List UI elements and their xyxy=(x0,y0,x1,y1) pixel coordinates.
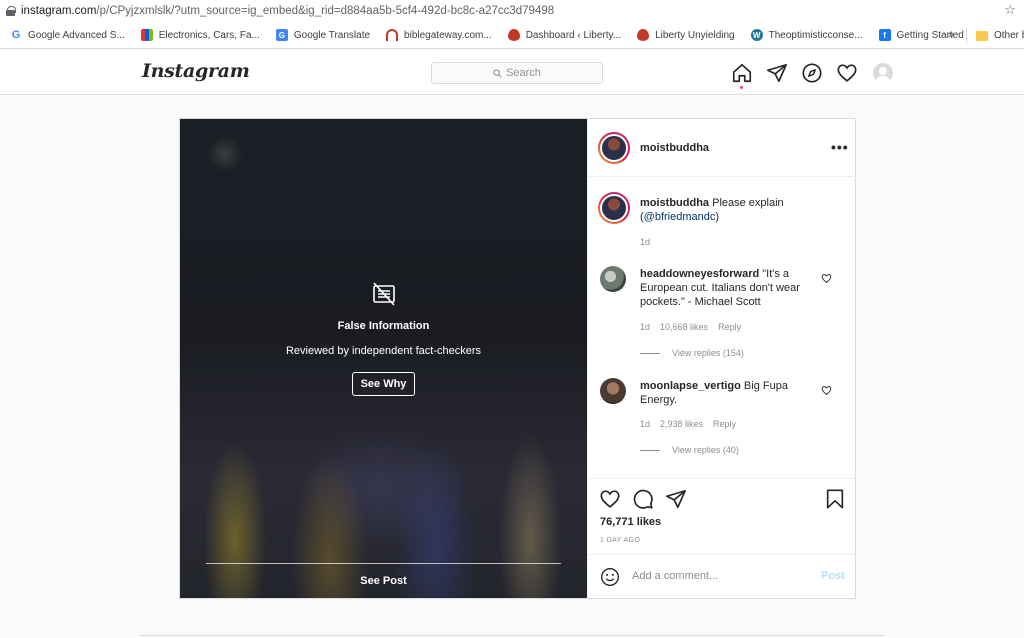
post-actions: 76,771 likes 1 DAY AGO xyxy=(588,478,856,554)
caption-time[interactable]: 1d xyxy=(640,237,650,247)
comment-text: moonlapse_vertigo Big Fupa Energy. xyxy=(640,379,815,407)
facebook-icon: f xyxy=(878,29,891,41)
comment-username[interactable]: headdowneyesforward xyxy=(640,268,759,280)
url-host: instagram.com xyxy=(21,5,97,17)
save-bookmark-icon[interactable] xyxy=(824,488,846,510)
ebay-icon xyxy=(140,29,153,41)
bookmark-star-icon[interactable]: ☆ xyxy=(1004,2,1016,18)
comment-username[interactable]: moonlapse_vertigo xyxy=(640,380,741,392)
instagram-logo[interactable]: Instagram xyxy=(142,60,250,82)
reply-button[interactable]: Reply xyxy=(713,419,736,429)
explore-icon[interactable] xyxy=(801,62,823,84)
liberty-flame-icon xyxy=(637,29,650,41)
comment-icon[interactable] xyxy=(632,488,654,510)
translate-icon: G xyxy=(275,29,288,41)
bookmark-label: biblegateway.com... xyxy=(404,29,492,41)
comment-time[interactable]: 1d xyxy=(640,322,650,332)
like-comment-heart-icon[interactable] xyxy=(821,385,832,396)
comment-meta: 1d 2,938 likes Reply xyxy=(640,419,746,429)
other-bookmarks-label: Other b xyxy=(994,30,1024,41)
comment-input[interactable] xyxy=(632,567,812,585)
see-why-button[interactable]: See Why xyxy=(351,372,416,396)
search-icon xyxy=(493,68,502,77)
caption-username[interactable]: moistbuddha xyxy=(640,197,709,209)
warning-title: False Information xyxy=(337,320,430,332)
heart-icon[interactable] xyxy=(836,62,858,84)
wordpress-icon: W xyxy=(750,29,763,41)
overlay-divider xyxy=(206,563,561,564)
biblegateway-icon xyxy=(386,29,399,41)
more-bookmarks-button[interactable]: » xyxy=(948,29,954,41)
post-comment-button[interactable]: Post xyxy=(821,570,845,582)
bookmark-label: Electronics, Cars, Fa... xyxy=(158,29,260,41)
post-caption: moistbuddha Please explain (@bfriedmandc… xyxy=(640,196,840,224)
lock-icon xyxy=(6,6,16,16)
caption-mention[interactable]: @bfriedmandc xyxy=(644,211,716,223)
author-username[interactable]: moistbuddha xyxy=(640,142,709,154)
comment-time[interactable]: 1d xyxy=(640,419,650,429)
post-timestamp[interactable]: 1 DAY AGO xyxy=(600,537,640,544)
home-icon[interactable] xyxy=(731,62,753,84)
post-card: False Information Reviewed by independen… xyxy=(179,118,856,599)
liberty-flame-icon xyxy=(507,29,520,41)
comment-likes[interactable]: 10,668 likes xyxy=(660,322,708,332)
bookmark-item[interactable]: Dashboard ‹ Liberty... xyxy=(507,29,622,41)
view-replies-button[interactable]: View replies (154) xyxy=(640,348,744,358)
post-header: moistbuddha ••• xyxy=(588,119,856,177)
author-avatar[interactable] xyxy=(598,132,630,164)
bookmark-item[interactable]: Electronics, Cars, Fa... xyxy=(140,29,260,41)
home-indicator-dot xyxy=(740,86,743,89)
profile-avatar[interactable] xyxy=(873,63,893,83)
post-sidebar: moistbuddha ••• moistbuddha Please expla… xyxy=(587,119,856,598)
bookmark-label: Google Advanced S... xyxy=(28,29,125,41)
bookmark-label: Liberty Unyielding xyxy=(655,29,735,41)
url-path: /p/CPyjzxmlslk/?utm_source=ig_embed&ig_r… xyxy=(96,5,555,17)
bookmarks-bar: G Google Advanced S... Electronics, Cars… xyxy=(0,22,1024,49)
emoji-icon[interactable] xyxy=(600,567,620,587)
commenter-avatar[interactable] xyxy=(600,266,626,292)
false-info-overlay: False Information Reviewed by independen… xyxy=(180,281,587,396)
comment-likes[interactable]: 2,938 likes xyxy=(660,419,703,429)
bookmark-item[interactable]: biblegateway.com... xyxy=(386,29,492,41)
direct-message-icon[interactable] xyxy=(766,62,788,84)
bookmark-label: Google Translate xyxy=(293,29,371,41)
google-icon: G xyxy=(10,29,22,41)
view-replies-button[interactable]: View replies (40) xyxy=(640,445,739,455)
bookmarks-divider xyxy=(966,28,967,43)
bookmark-label: Theoptimisticconse... xyxy=(768,29,863,41)
search-placeholder: Search xyxy=(506,67,541,79)
bookmark-item[interactable]: Liberty Unyielding xyxy=(637,29,735,41)
more-options-button[interactable]: ••• xyxy=(831,139,849,155)
bookmark-item[interactable]: G Google Advanced S... xyxy=(10,29,125,41)
comment-text: headdowneyesforward "It's a European cut… xyxy=(640,267,815,309)
likes-count[interactable]: 76,771 likes xyxy=(600,516,661,528)
commenter-avatar[interactable] xyxy=(600,378,626,404)
bookmark-item[interactable]: W Theoptimisticconse... xyxy=(750,29,863,41)
bookmark-label: Dashboard ‹ Liberty... xyxy=(525,29,622,41)
comment-meta: 1d 10,668 likes Reply xyxy=(640,322,751,332)
like-comment-heart-icon[interactable] xyxy=(821,273,832,284)
folder-icon xyxy=(976,30,988,41)
warning-subtitle: Reviewed by independent fact-checkers xyxy=(285,345,482,357)
add-comment-bar: Post xyxy=(588,554,856,598)
instagram-header: Instagram Search xyxy=(0,50,1024,95)
see-post-button[interactable]: See Post xyxy=(180,575,587,587)
post-media-blurred: False Information Reviewed by independen… xyxy=(180,119,587,598)
share-icon[interactable] xyxy=(665,488,687,510)
reply-button[interactable]: Reply xyxy=(718,322,741,332)
other-bookmarks-folder[interactable]: Other b xyxy=(976,22,1024,48)
search-box[interactable]: Search xyxy=(431,62,603,84)
like-heart-icon[interactable] xyxy=(599,488,621,510)
false-information-icon xyxy=(372,282,395,306)
address-bar[interactable]: instagram.com/p/CPyjzxmlslk/?utm_source=… xyxy=(0,0,1024,22)
caption-close: ) xyxy=(715,211,720,223)
bookmark-item[interactable]: G Google Translate xyxy=(275,29,371,41)
footer-divider xyxy=(140,635,884,636)
caption-avatar[interactable] xyxy=(598,192,630,224)
